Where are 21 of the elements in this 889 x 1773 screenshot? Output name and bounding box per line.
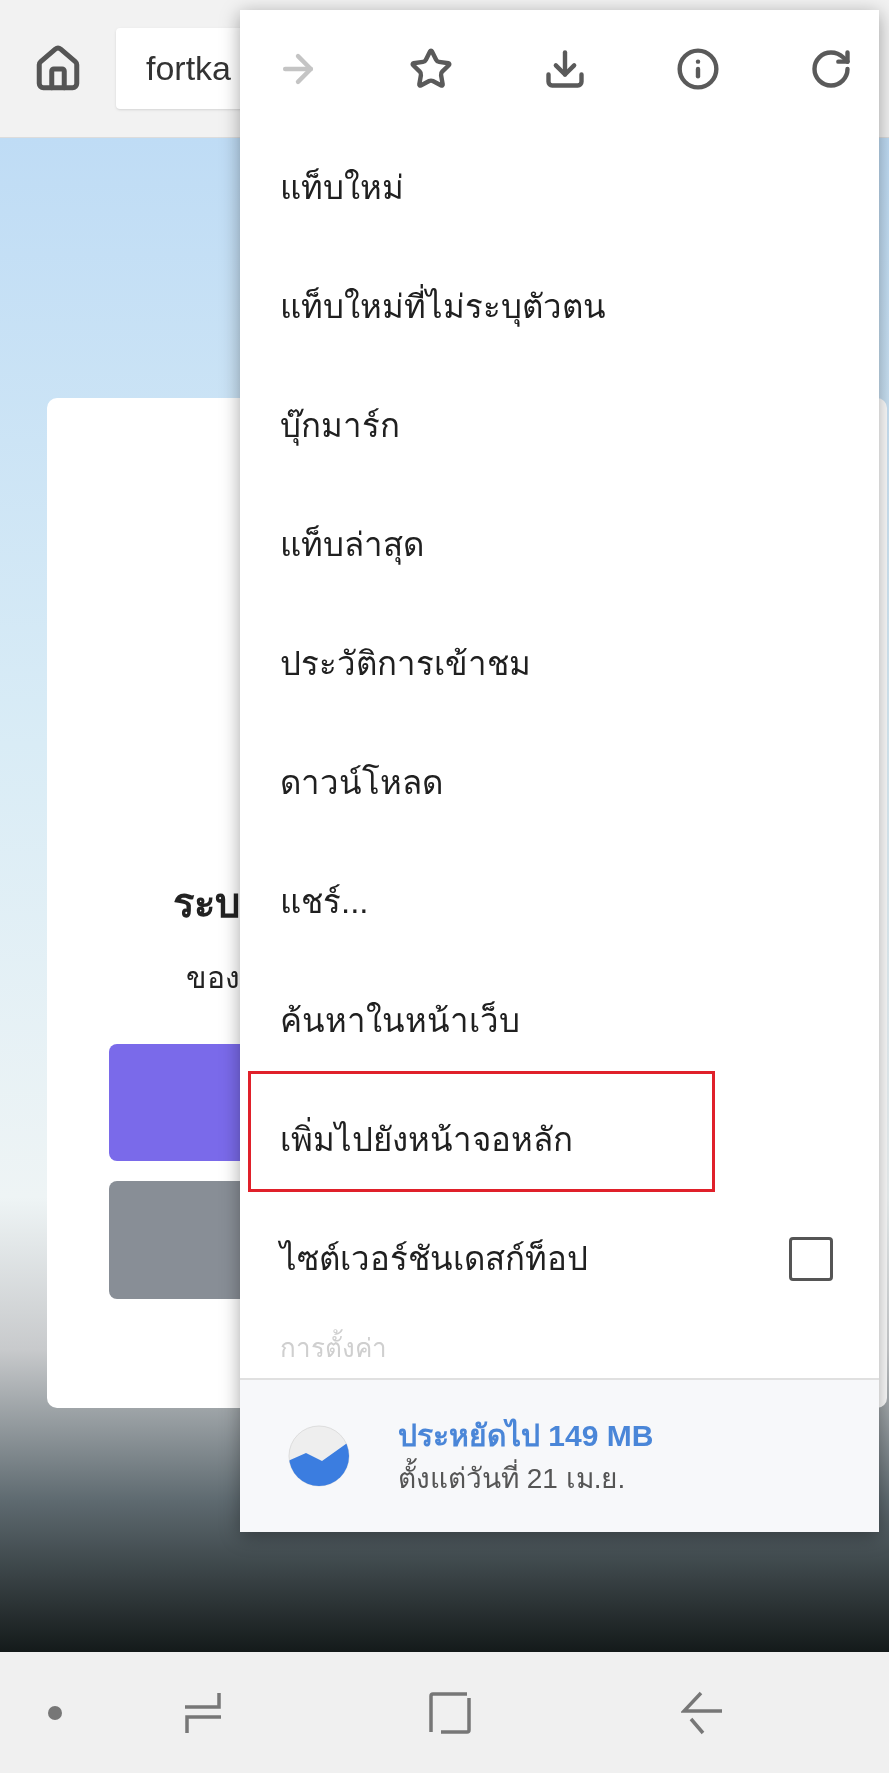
dot-icon[interactable]: [47, 1704, 63, 1721]
recents-icon[interactable]: [183, 1690, 223, 1735]
menu-item[interactable]: แท็บใหม่: [280, 162, 404, 213]
menu-item[interactable]: แชร์...: [280, 876, 369, 927]
menu-item[interactable]: แท็บใหม่ที่ไม่ระบุตัวตน: [280, 281, 606, 332]
data-saved-since: ตั้งแต่วันที่ 21 เม.ย.: [398, 1457, 654, 1500]
checkbox[interactable]: [789, 1236, 833, 1281]
page-heading: ระบ: [173, 880, 240, 927]
chart-icon: [288, 1425, 350, 1487]
page-subtitle: ของ: [186, 960, 240, 996]
menu-item[interactable]: เพิ่มไปยังหน้าจอหลัก: [280, 1114, 573, 1165]
data-saver-footer[interactable]: ประหยัดไป 149 MB ตั้งแต่วันที่ 21 เม.ย.: [240, 1378, 879, 1532]
menu-item[interactable]: ค้นหาในหน้าเว็บ: [280, 995, 520, 1046]
menu-item[interactable]: ประวัติการเข้าชม: [280, 638, 531, 689]
menu-item[interactable]: แท็บล่าสุด: [280, 519, 424, 570]
home-button-icon[interactable]: [429, 1691, 471, 1734]
menu-item[interactable]: ไซต์เวอร์ชันเดสก์ท็อป: [280, 1233, 588, 1284]
menu-item[interactable]: ดาวน์โหลด: [280, 757, 443, 808]
menu-item[interactable]: บุ๊กมาร์ก: [280, 400, 400, 451]
back-icon[interactable]: [681, 1690, 723, 1735]
data-saved-title: ประหยัดไป 149 MB: [398, 1417, 654, 1454]
